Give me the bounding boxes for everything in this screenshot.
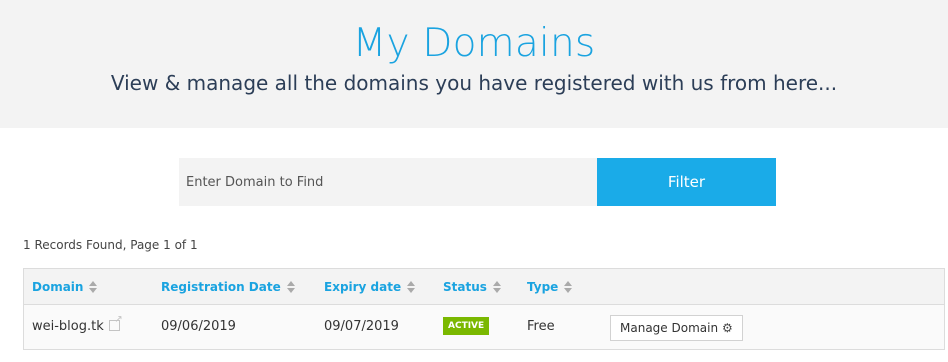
domain-link[interactable]: wei-blog.tk [32, 319, 104, 334]
filter-button[interactable]: Filter [597, 158, 776, 206]
domain-search-input[interactable] [179, 158, 597, 206]
column-header-type[interactable]: Type [527, 269, 573, 305]
status-badge: ACTIVE [443, 316, 490, 335]
sort-icon [286, 280, 295, 293]
status-cell: ACTIVE [443, 305, 490, 349]
domain-cell: wei-blog.tk [32, 305, 123, 349]
records-count: 1 Records Found, Page 1 of 1 [23, 238, 198, 252]
sort-icon [89, 280, 98, 293]
sort-icon [564, 280, 573, 293]
expiry-date-cell: 09/07/2019 [324, 319, 399, 334]
page-title: My Domains [352, 21, 596, 66]
sort-icon [492, 280, 501, 293]
external-link-icon[interactable] [108, 314, 123, 331]
table-row: wei-blog.tk 09/06/2019 09/07/2019 ACTIVE… [24, 305, 944, 349]
column-label: Status [443, 280, 487, 294]
column-header-registration-date[interactable]: Registration Date [161, 269, 295, 305]
type-cell: Free [527, 319, 555, 334]
manage-domain-button[interactable]: Manage Domain ⚙ [610, 315, 743, 341]
column-label: Type [527, 280, 559, 294]
manage-domain-label: Manage Domain [620, 321, 719, 335]
domains-table: Domain Registration Date Expiry date Sta… [23, 268, 945, 350]
column-header-domain[interactable]: Domain [32, 269, 98, 305]
column-label: Registration Date [161, 280, 281, 294]
column-label: Expiry date [324, 280, 402, 294]
sort-icon [407, 280, 416, 293]
domain-search-form: Filter [179, 158, 776, 206]
column-header-expiry-date[interactable]: Expiry date [324, 269, 416, 305]
column-header-status[interactable]: Status [443, 269, 501, 305]
page-subtitle: View & manage all the domains you have r… [110, 71, 838, 95]
gear-icon: ⚙ [722, 321, 733, 335]
table-header: Domain Registration Date Expiry date Sta… [24, 269, 944, 305]
registration-date-cell: 09/06/2019 [161, 319, 236, 334]
page-header: My Domains View & manage all the domains… [0, 0, 948, 128]
column-label: Domain [32, 280, 84, 294]
